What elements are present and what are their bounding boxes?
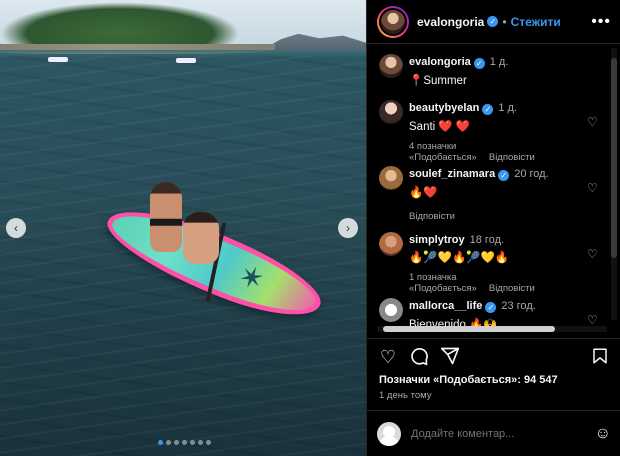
emoji-icon[interactable]: ☺: [595, 425, 611, 443]
comment-time: 20 год.: [514, 168, 549, 180]
post-date: 1 день тому: [379, 390, 432, 401]
post-side-panel: evalongoria ✓ • Стежити ••• evalongoria ✓…: [366, 0, 620, 456]
comments-list[interactable]: evalongoria ✓ 1 д. 📍Summer beautybyelan ✓ 1 …: [367, 44, 620, 338]
caption-time: 1 д.: [489, 56, 509, 68]
carousel-dot: [182, 440, 187, 445]
current-user-avatar: [377, 421, 401, 446]
add-comment-input[interactable]: [411, 427, 595, 440]
carousel-dot: [198, 440, 203, 445]
comment-item: simplytroy 18 год. 🔥🎾💛🔥🎾💛🔥 1 позначка «По…: [379, 232, 611, 294]
comment-time: 18 год.: [469, 234, 505, 246]
verified-icon: ✓: [485, 302, 497, 313]
comment-item: soulef_zinamara ✓ 20 год. 🔥❤️ Відповісти ♡: [379, 166, 611, 222]
more-options-icon[interactable]: •••: [591, 13, 611, 31]
author-avatar[interactable]: [377, 5, 409, 38]
likes-count[interactable]: Позначки «Подобається»: 94 547: [379, 374, 558, 386]
caption-item: evalongoria ✓ 1 д. 📍Summer: [379, 54, 611, 90]
comment-avatar[interactable]: [379, 298, 403, 322]
verified-icon: ✓: [487, 16, 499, 27]
comment-item: mallorca__life ✓ 23 год. Bienvenido 🔥🙌 ♡: [379, 298, 611, 338]
like-comment-heart-icon[interactable]: ♡: [587, 314, 599, 326]
carousel-next-button[interactable]: ›: [338, 218, 358, 238]
comment-avatar[interactable]: [379, 232, 403, 256]
post-photo[interactable]: ✶ ‹ ›: [0, 0, 366, 456]
comment-text: Santi ❤️ ❤️: [409, 121, 471, 133]
verified-icon: ✓: [473, 58, 485, 69]
like-heart-icon[interactable]: ♡: [377, 346, 399, 368]
reply-button[interactable]: Відповісти: [489, 152, 535, 163]
header-separator: •: [502, 14, 507, 29]
comment-bubble-icon[interactable]: [408, 346, 430, 368]
caption-avatar[interactable]: [379, 54, 403, 78]
comment-avatar[interactable]: [379, 166, 403, 190]
comment-time: 1 д.: [498, 102, 517, 114]
carousel-prev-button[interactable]: ‹: [6, 218, 26, 238]
comment-avatar[interactable]: [379, 100, 403, 124]
comment-username[interactable]: simplytroy: [409, 234, 465, 246]
photo-boat: [48, 57, 68, 62]
save-bookmark-icon[interactable]: [589, 346, 611, 368]
comment-username[interactable]: soulef_zinamara: [409, 168, 495, 180]
comment-likes-count[interactable]: 4 позначки «Подобається»: [409, 141, 477, 163]
comment-likes-count[interactable]: 1 позначка «Подобається»: [409, 272, 477, 294]
reply-button[interactable]: Відповісти: [409, 211, 455, 222]
photo-person-child: [183, 212, 219, 264]
comments-horizontal-scrollbar[interactable]: [377, 326, 607, 332]
like-comment-heart-icon[interactable]: ♡: [587, 182, 599, 194]
comment-text: 🔥🎾💛🔥🎾💛🔥: [409, 252, 510, 264]
comment-username[interactable]: mallorca__life: [409, 300, 482, 312]
comments-vertical-scrollbar[interactable]: [611, 48, 617, 320]
follow-button[interactable]: Стежити: [511, 15, 561, 29]
carousel-dot: [158, 440, 163, 445]
like-comment-heart-icon[interactable]: ♡: [587, 248, 599, 260]
comment-item: beautybyelan ✓ 1 д. Santi ❤️ ❤️ 4 позначки…: [379, 100, 611, 163]
carousel-dot: [174, 440, 179, 445]
carousel-dot: [190, 440, 195, 445]
add-comment-bar: ☺: [367, 410, 620, 456]
caption-text: 📍Summer: [409, 75, 467, 87]
photo-person-woman: [150, 182, 182, 252]
comment-username[interactable]: beautybyelan: [409, 102, 479, 114]
author-username[interactable]: evalongoria: [417, 15, 484, 29]
photo-boat: [176, 58, 196, 63]
like-comment-heart-icon[interactable]: ♡: [587, 116, 599, 128]
comment-time: 23 год.: [501, 300, 536, 312]
reply-button[interactable]: Відповісти: [489, 283, 535, 294]
carousel-dot: [206, 440, 211, 445]
post-actions-bar: ♡: [367, 338, 620, 374]
comment-text: 🔥❤️: [409, 187, 438, 199]
verified-icon: ✓: [482, 104, 494, 115]
carousel-indicator: [158, 440, 211, 445]
carousel-dot: [166, 440, 171, 445]
caption-username[interactable]: evalongoria: [409, 56, 471, 68]
post-header: evalongoria ✓ • Стежити •••: [367, 0, 620, 44]
verified-icon: ✓: [498, 170, 510, 181]
share-send-icon[interactable]: [439, 346, 461, 368]
